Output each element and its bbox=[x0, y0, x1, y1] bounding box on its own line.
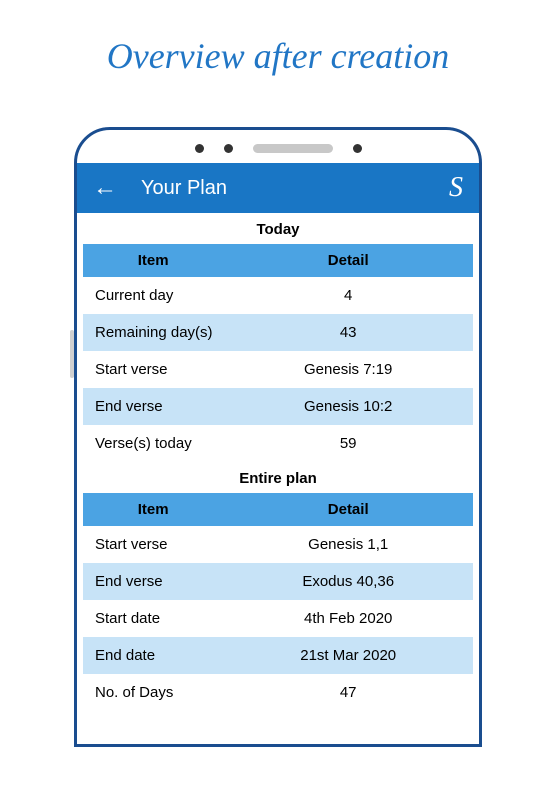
row-item: Verse(s) today bbox=[83, 425, 223, 462]
table-row: Remaining day(s) 43 bbox=[83, 314, 473, 351]
today-header-detail: Detail bbox=[223, 244, 473, 277]
table-row: Verse(s) today 59 bbox=[83, 425, 473, 462]
row-detail: 43 bbox=[223, 314, 473, 351]
row-item: Start verse bbox=[83, 351, 223, 388]
content-area: Today Item Detail Current day 4 Remainin… bbox=[77, 213, 479, 711]
row-detail: Exodus 40,36 bbox=[223, 563, 473, 600]
table-row: Start verse Genesis 1,1 bbox=[83, 526, 473, 563]
row-item: Start date bbox=[83, 600, 223, 637]
row-item: End verse bbox=[83, 563, 223, 600]
today-section-title: Today bbox=[83, 213, 473, 244]
row-detail: Genesis 1,1 bbox=[223, 526, 473, 563]
row-item: Remaining day(s) bbox=[83, 314, 223, 351]
row-item: End date bbox=[83, 637, 223, 674]
app-logo-icon[interactable]: S bbox=[449, 172, 463, 204]
row-item: Current day bbox=[83, 277, 223, 314]
row-detail: 21st Mar 2020 bbox=[223, 637, 473, 674]
row-detail: Genesis 7:19 bbox=[223, 351, 473, 388]
row-detail: Genesis 10:2 bbox=[223, 388, 473, 425]
page-title: Overview after creation bbox=[0, 0, 556, 127]
app-bar-title: Your Plan bbox=[141, 177, 449, 200]
table-row: End date 21st Mar 2020 bbox=[83, 637, 473, 674]
speaker-bar bbox=[253, 144, 333, 153]
camera-dot-2 bbox=[353, 144, 362, 153]
today-table: Item Detail Current day 4 Remaining day(… bbox=[83, 244, 473, 462]
row-detail: 4th Feb 2020 bbox=[223, 600, 473, 637]
phone-frame: ← Your Plan S Today Item Detail Current … bbox=[74, 127, 482, 747]
back-arrow-icon[interactable]: ← bbox=[93, 174, 117, 202]
row-detail: 4 bbox=[223, 277, 473, 314]
row-item: Start verse bbox=[83, 526, 223, 563]
table-row: End verse Genesis 10:2 bbox=[83, 388, 473, 425]
row-detail: 59 bbox=[223, 425, 473, 462]
entire-plan-section-title: Entire plan bbox=[83, 462, 473, 493]
row-detail: 47 bbox=[223, 674, 473, 711]
table-row: End verse Exodus 40,36 bbox=[83, 563, 473, 600]
row-item: No. of Days bbox=[83, 674, 223, 711]
app-bar: ← Your Plan S bbox=[77, 163, 479, 213]
table-row: Start verse Genesis 7:19 bbox=[83, 351, 473, 388]
row-item: End verse bbox=[83, 388, 223, 425]
plan-header-detail: Detail bbox=[223, 493, 473, 526]
today-header-item: Item bbox=[83, 244, 223, 277]
phone-notch bbox=[77, 130, 479, 163]
camera-dot bbox=[195, 144, 204, 153]
sensor-dot bbox=[224, 144, 233, 153]
entire-plan-table: Item Detail Start verse Genesis 1,1 End … bbox=[83, 493, 473, 711]
table-row: No. of Days 47 bbox=[83, 674, 473, 711]
plan-header-item: Item bbox=[83, 493, 223, 526]
table-row: Start date 4th Feb 2020 bbox=[83, 600, 473, 637]
table-row: Current day 4 bbox=[83, 277, 473, 314]
